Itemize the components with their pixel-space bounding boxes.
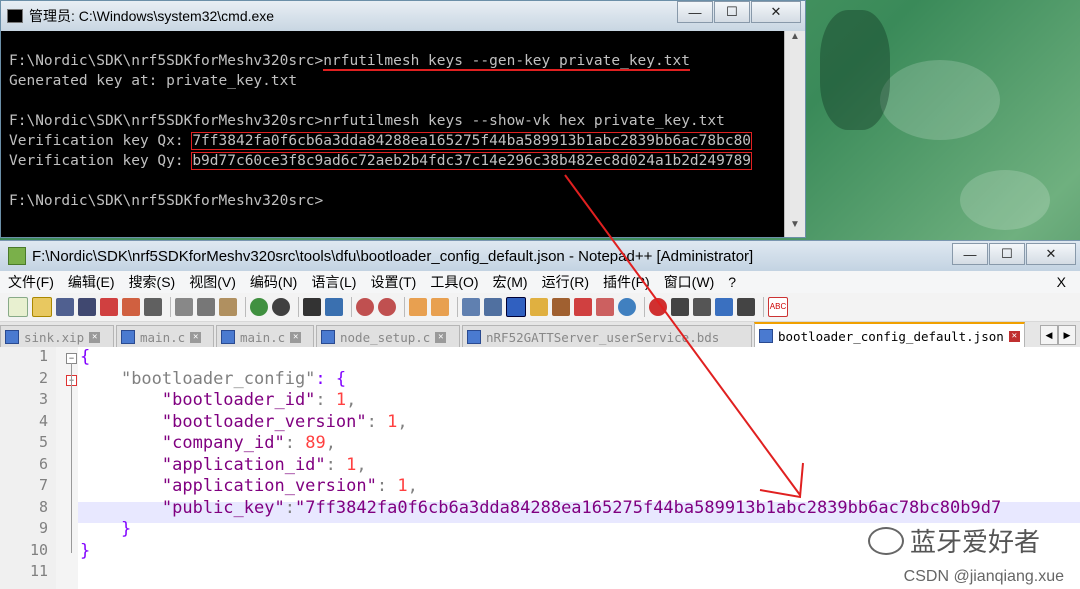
wechat-icon <box>867 526 904 555</box>
csdn-credit: CSDN @jianqiang.xue <box>903 568 1064 585</box>
annotation-arrow <box>564 174 804 499</box>
watermark: 蓝牙爱好者 <box>867 522 1040 559</box>
